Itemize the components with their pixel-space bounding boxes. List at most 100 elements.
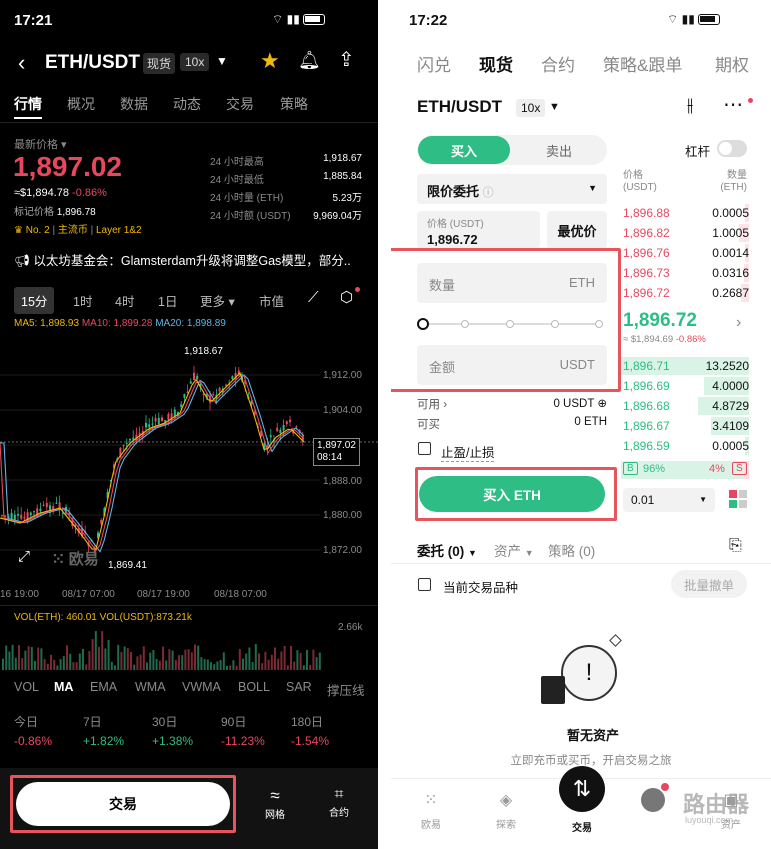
best-price-button[interactable]: 最优价 <box>547 211 607 249</box>
more-icon[interactable]: ⋯ <box>723 92 743 117</box>
tab-market[interactable]: 行情 <box>14 94 42 114</box>
y-tick: 1,872.00 <box>323 545 362 556</box>
orderbook-layout-icon[interactable] <box>729 490 747 508</box>
leverage-toggle[interactable] <box>717 140 747 157</box>
strategy-tab[interactable]: 策略 (0) <box>548 540 595 560</box>
pair-title[interactable]: ETH/USDT <box>417 97 502 117</box>
indicator-sar[interactable]: SAR <box>286 680 312 694</box>
megaphone-icon: 📢︎ <box>14 254 34 268</box>
status-time: 17:22 <box>409 12 448 29</box>
settings-hex-icon[interactable]: ⬡ <box>340 288 353 306</box>
tpsl-label[interactable]: 止盈/止损 <box>441 442 495 462</box>
tab-spot[interactable]: 现货 <box>479 51 513 76</box>
indicator-wma[interactable]: WMA <box>135 680 166 694</box>
volume-chart <box>2 631 321 670</box>
tags-line: ♛ No. 2 | 主流币 | Layer 1&2 <box>14 225 142 236</box>
order-history-icon[interactable]: ⎘ <box>729 537 742 555</box>
pair-title[interactable]: ETH/USDT <box>45 52 140 74</box>
latest-price-label[interactable]: 最新价格 ▾ <box>14 136 67 152</box>
star-icon[interactable]: ★ <box>260 48 280 74</box>
fullscreen-icon[interactable]: ⤢ <box>18 548 30 565</box>
bid-row[interactable]: 1,896.69 4.0000 <box>621 376 749 396</box>
ask-row[interactable]: 1,896.82 1.0005 <box>621 223 749 243</box>
mid-price: 1,896.72 <box>623 310 697 331</box>
watermark-sub: luyouqi.com <box>685 815 734 825</box>
assets-tab[interactable]: 资产 ▼ <box>494 540 534 560</box>
current-pair-checkbox[interactable] <box>418 578 431 591</box>
mid-usd: ≈ $1,894.69 -0.86% <box>623 334 706 345</box>
leverage-label: 杠杆 <box>685 145 711 159</box>
deposit-plus-icon[interactable]: ⊕ <box>597 398 607 410</box>
buy-tab[interactable]: 买入 <box>418 136 510 164</box>
notification-dot <box>355 287 360 292</box>
tab-news[interactable]: 动态 <box>173 94 201 114</box>
left-screen: 17:21 ⌔ ▮▮ ‹ ETH/USDT 现货 10x ▼ ★ 🔔︎ ⇪ 行情… <box>0 0 378 849</box>
tab-data[interactable]: 数据 <box>120 94 148 114</box>
ask-row[interactable]: 1,896.76 0.0014 <box>621 243 749 263</box>
indicator-vol[interactable]: VOL <box>14 680 39 694</box>
ask-row[interactable]: 1,896.72 0.2687 <box>621 283 749 303</box>
indicator-support[interactable]: 撑压线 <box>327 680 365 699</box>
available-label[interactable]: 可用 › <box>417 396 447 412</box>
bid-row[interactable]: 1,896.71 13.2520 <box>621 356 749 376</box>
tab-copy-trading[interactable]: 策略&跟单 <box>603 51 682 76</box>
bid-row[interactable]: 1,896.67 3.4109 <box>621 416 749 436</box>
empty-subtitle: 立即充币或买币，开启交易之旅 <box>510 755 672 767</box>
tab-convert[interactable]: 闪兑 <box>417 51 451 76</box>
news-ticker[interactable]: 📢︎ 以太坊基金会：Glamsterdam升级将调整Gas模型，部分.. <box>14 250 370 269</box>
bid-ask-ratio: B 96% 4% S <box>621 461 749 479</box>
interval-1h[interactable]: 1时 <box>73 291 92 310</box>
depth-select[interactable]: 0.01 ▼ <box>623 488 715 512</box>
chart-high-label: 1,918.67 <box>184 346 223 357</box>
stats-block: 24 小时最高 1,918.67 24 小时最低 1,885.84 24 小时量 (… <box>210 153 362 222</box>
nav-avatar[interactable] <box>641 788 665 812</box>
price-input[interactable]: 价格 (USDT) 1,896.72 <box>417 211 540 249</box>
nav-home[interactable]: ⁙ 欧易 <box>417 790 445 831</box>
usd-price-line: ≈$1,894.78 -0.86% <box>14 187 107 199</box>
ob-qty-header: 数量 (ETH) <box>720 170 747 193</box>
nav-trade-button[interactable]: ⇅ <box>559 766 605 812</box>
nav-explore[interactable]: ◈ 探索 <box>492 790 520 831</box>
tab-strategy[interactable]: 策略 <box>280 94 308 114</box>
indicator-boll[interactable]: BOLL <box>238 680 270 694</box>
indicator-ma[interactable]: MA <box>54 680 73 694</box>
grid-button[interactable]: ≈ 网格 <box>262 786 288 821</box>
interval-more[interactable]: 更多 ▾ <box>200 291 235 310</box>
kline-icon[interactable]: ⫲ <box>687 95 693 117</box>
tab-options[interactable]: 期权 <box>715 51 749 76</box>
share-icon[interactable]: ⇪ <box>338 47 355 72</box>
highlight-box <box>10 775 236 833</box>
indicator-icon[interactable]: ⟋ <box>308 289 319 306</box>
tab-overview[interactable]: 概况 <box>67 94 95 114</box>
contract-button[interactable]: ⌗ 合约 <box>326 786 352 819</box>
caret-down-icon[interactable]: ▼ <box>216 54 228 68</box>
indicator-vwma[interactable]: VWMA <box>182 680 221 694</box>
tab-trade[interactable]: 交易 <box>226 94 254 114</box>
back-icon[interactable]: ‹ <box>18 50 25 76</box>
interval-1d[interactable]: 1日 <box>158 291 177 310</box>
available-value: 0 USDT ⊕ <box>553 398 607 410</box>
market-cap-toggle[interactable]: 市值 <box>259 291 284 310</box>
info-icon: ⓘ <box>482 187 494 199</box>
orders-tab[interactable]: 委托 (0) ▼ <box>417 540 477 560</box>
tab-futures[interactable]: 合约 <box>541 51 575 76</box>
can-buy-label: 可买 <box>417 419 440 431</box>
sell-tab[interactable]: 卖出 <box>513 136 605 164</box>
interval-15m[interactable]: 15分 <box>14 287 55 314</box>
alert-bell-icon[interactable]: 🔔︎ <box>298 50 321 71</box>
caret-down-icon[interactable]: ▼ <box>549 101 560 113</box>
batch-cancel-button[interactable]: 批量撤单 <box>671 570 747 598</box>
tpsl-checkbox[interactable] <box>418 442 431 455</box>
bid-row[interactable]: 1,896.59 0.0005 <box>621 436 749 456</box>
interval-4h[interactable]: 4时 <box>115 291 134 310</box>
bid-row[interactable]: 1,896.68 4.8729 <box>621 396 749 416</box>
chevron-right-icon[interactable]: › <box>736 314 741 332</box>
ask-row[interactable]: 1,896.88 0.0005 <box>621 203 749 223</box>
order-type-select[interactable]: 限价委托 ⓘ ▼ <box>417 174 607 204</box>
status-time: 17:21 <box>14 12 53 29</box>
nav-trade-label: 交易 <box>572 823 592 834</box>
ask-row[interactable]: 1,896.73 0.0316 <box>621 263 749 283</box>
indicator-ema[interactable]: EMA <box>90 680 117 694</box>
watermark-logo: ⁙ 欧易 <box>52 551 99 568</box>
mark-price-line: 标记价格 1,896.78 <box>14 207 96 218</box>
